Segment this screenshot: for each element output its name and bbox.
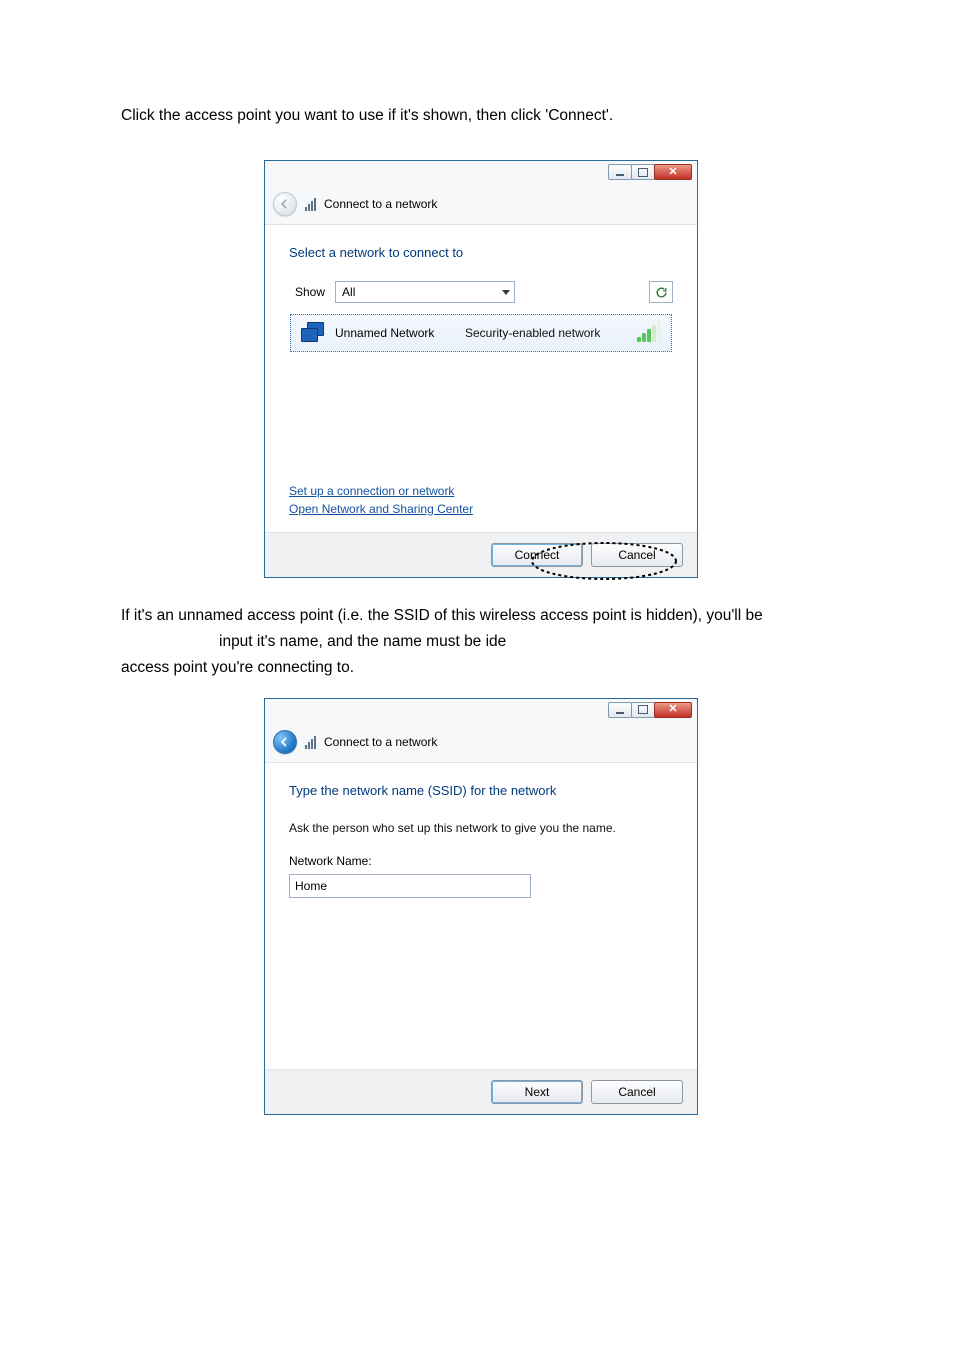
network-name-label: Network Name: <box>289 852 673 871</box>
cancel-button[interactable]: Cancel <box>591 543 683 567</box>
dialog-hint: Ask the person who set up this network t… <box>289 819 673 838</box>
chevron-down-icon <box>502 290 510 295</box>
computer-pair-icon <box>301 322 323 344</box>
back-button[interactable] <box>273 192 297 216</box>
dialog-connect-network-list: ✕ Connect to a network Select a network … <box>264 160 698 578</box>
dialog-footer: Connect Cancel <box>265 532 697 577</box>
window-minimize-button[interactable] <box>608 164 632 180</box>
instruction-paragraph-2-line3: access point you're connecting to. <box>121 656 841 680</box>
network-list-item[interactable]: Unnamed Network Security-enabled network <box>290 314 672 352</box>
signal-strength-icon <box>637 324 661 342</box>
dialog-title: Connect to a network <box>324 733 437 752</box>
window-minimize-button[interactable] <box>608 702 632 718</box>
dialog-title: Connect to a network <box>324 195 437 214</box>
dialog-footer: Next Cancel <box>265 1069 697 1114</box>
instruction-paragraph-2-line1: If it's an unnamed access point (i.e. th… <box>121 604 841 628</box>
network-icon <box>305 735 316 749</box>
dialog-heading: Select a network to connect to <box>289 243 673 263</box>
link-open-sharing-center[interactable]: Open Network and Sharing Center <box>289 501 673 518</box>
network-name: Unnamed Network <box>335 324 453 343</box>
back-button[interactable] <box>273 730 297 754</box>
network-name-input[interactable]: Home <box>289 874 531 898</box>
network-icon <box>305 197 316 211</box>
instruction-paragraph-1: Click the access point you want to use i… <box>121 104 841 128</box>
next-button[interactable]: Next <box>491 1080 583 1104</box>
link-setup-connection[interactable]: Set up a connection or network <box>289 483 673 500</box>
window-maximize-button[interactable] <box>631 164 655 180</box>
dialog-enter-ssid: ✕ Connect to a network Type the network … <box>264 698 698 1115</box>
screenshot-figure-1: ✕ Connect to a network Select a network … <box>121 160 841 578</box>
window-close-button[interactable]: ✕ <box>654 164 692 180</box>
show-filter-value: All <box>342 283 355 302</box>
instruction-paragraph-2-line2: input it's name, and the name must be id… <box>219 630 841 654</box>
dialog-header-row: Connect to a network <box>265 728 697 762</box>
window-titlebar: ✕ <box>265 161 697 190</box>
network-list: Unnamed Network Security-enabled network <box>289 313 673 439</box>
connect-button[interactable]: Connect <box>491 543 583 567</box>
window-maximize-button[interactable] <box>631 702 655 718</box>
screenshot-figure-2: ✕ Connect to a network Type the network … <box>121 698 841 1115</box>
show-label: Show <box>295 283 325 302</box>
cancel-button[interactable]: Cancel <box>591 1080 683 1104</box>
window-close-button[interactable]: ✕ <box>654 702 692 718</box>
refresh-button[interactable] <box>649 281 673 303</box>
helper-links: Set up a connection or network Open Netw… <box>289 483 673 518</box>
show-filter-dropdown[interactable]: All <box>335 281 515 303</box>
window-titlebar: ✕ <box>265 699 697 728</box>
dialog-header-row: Connect to a network <box>265 190 697 224</box>
dialog-heading: Type the network name (SSID) for the net… <box>289 781 673 801</box>
network-name-value: Home <box>295 877 327 896</box>
network-security: Security-enabled network <box>465 324 600 343</box>
